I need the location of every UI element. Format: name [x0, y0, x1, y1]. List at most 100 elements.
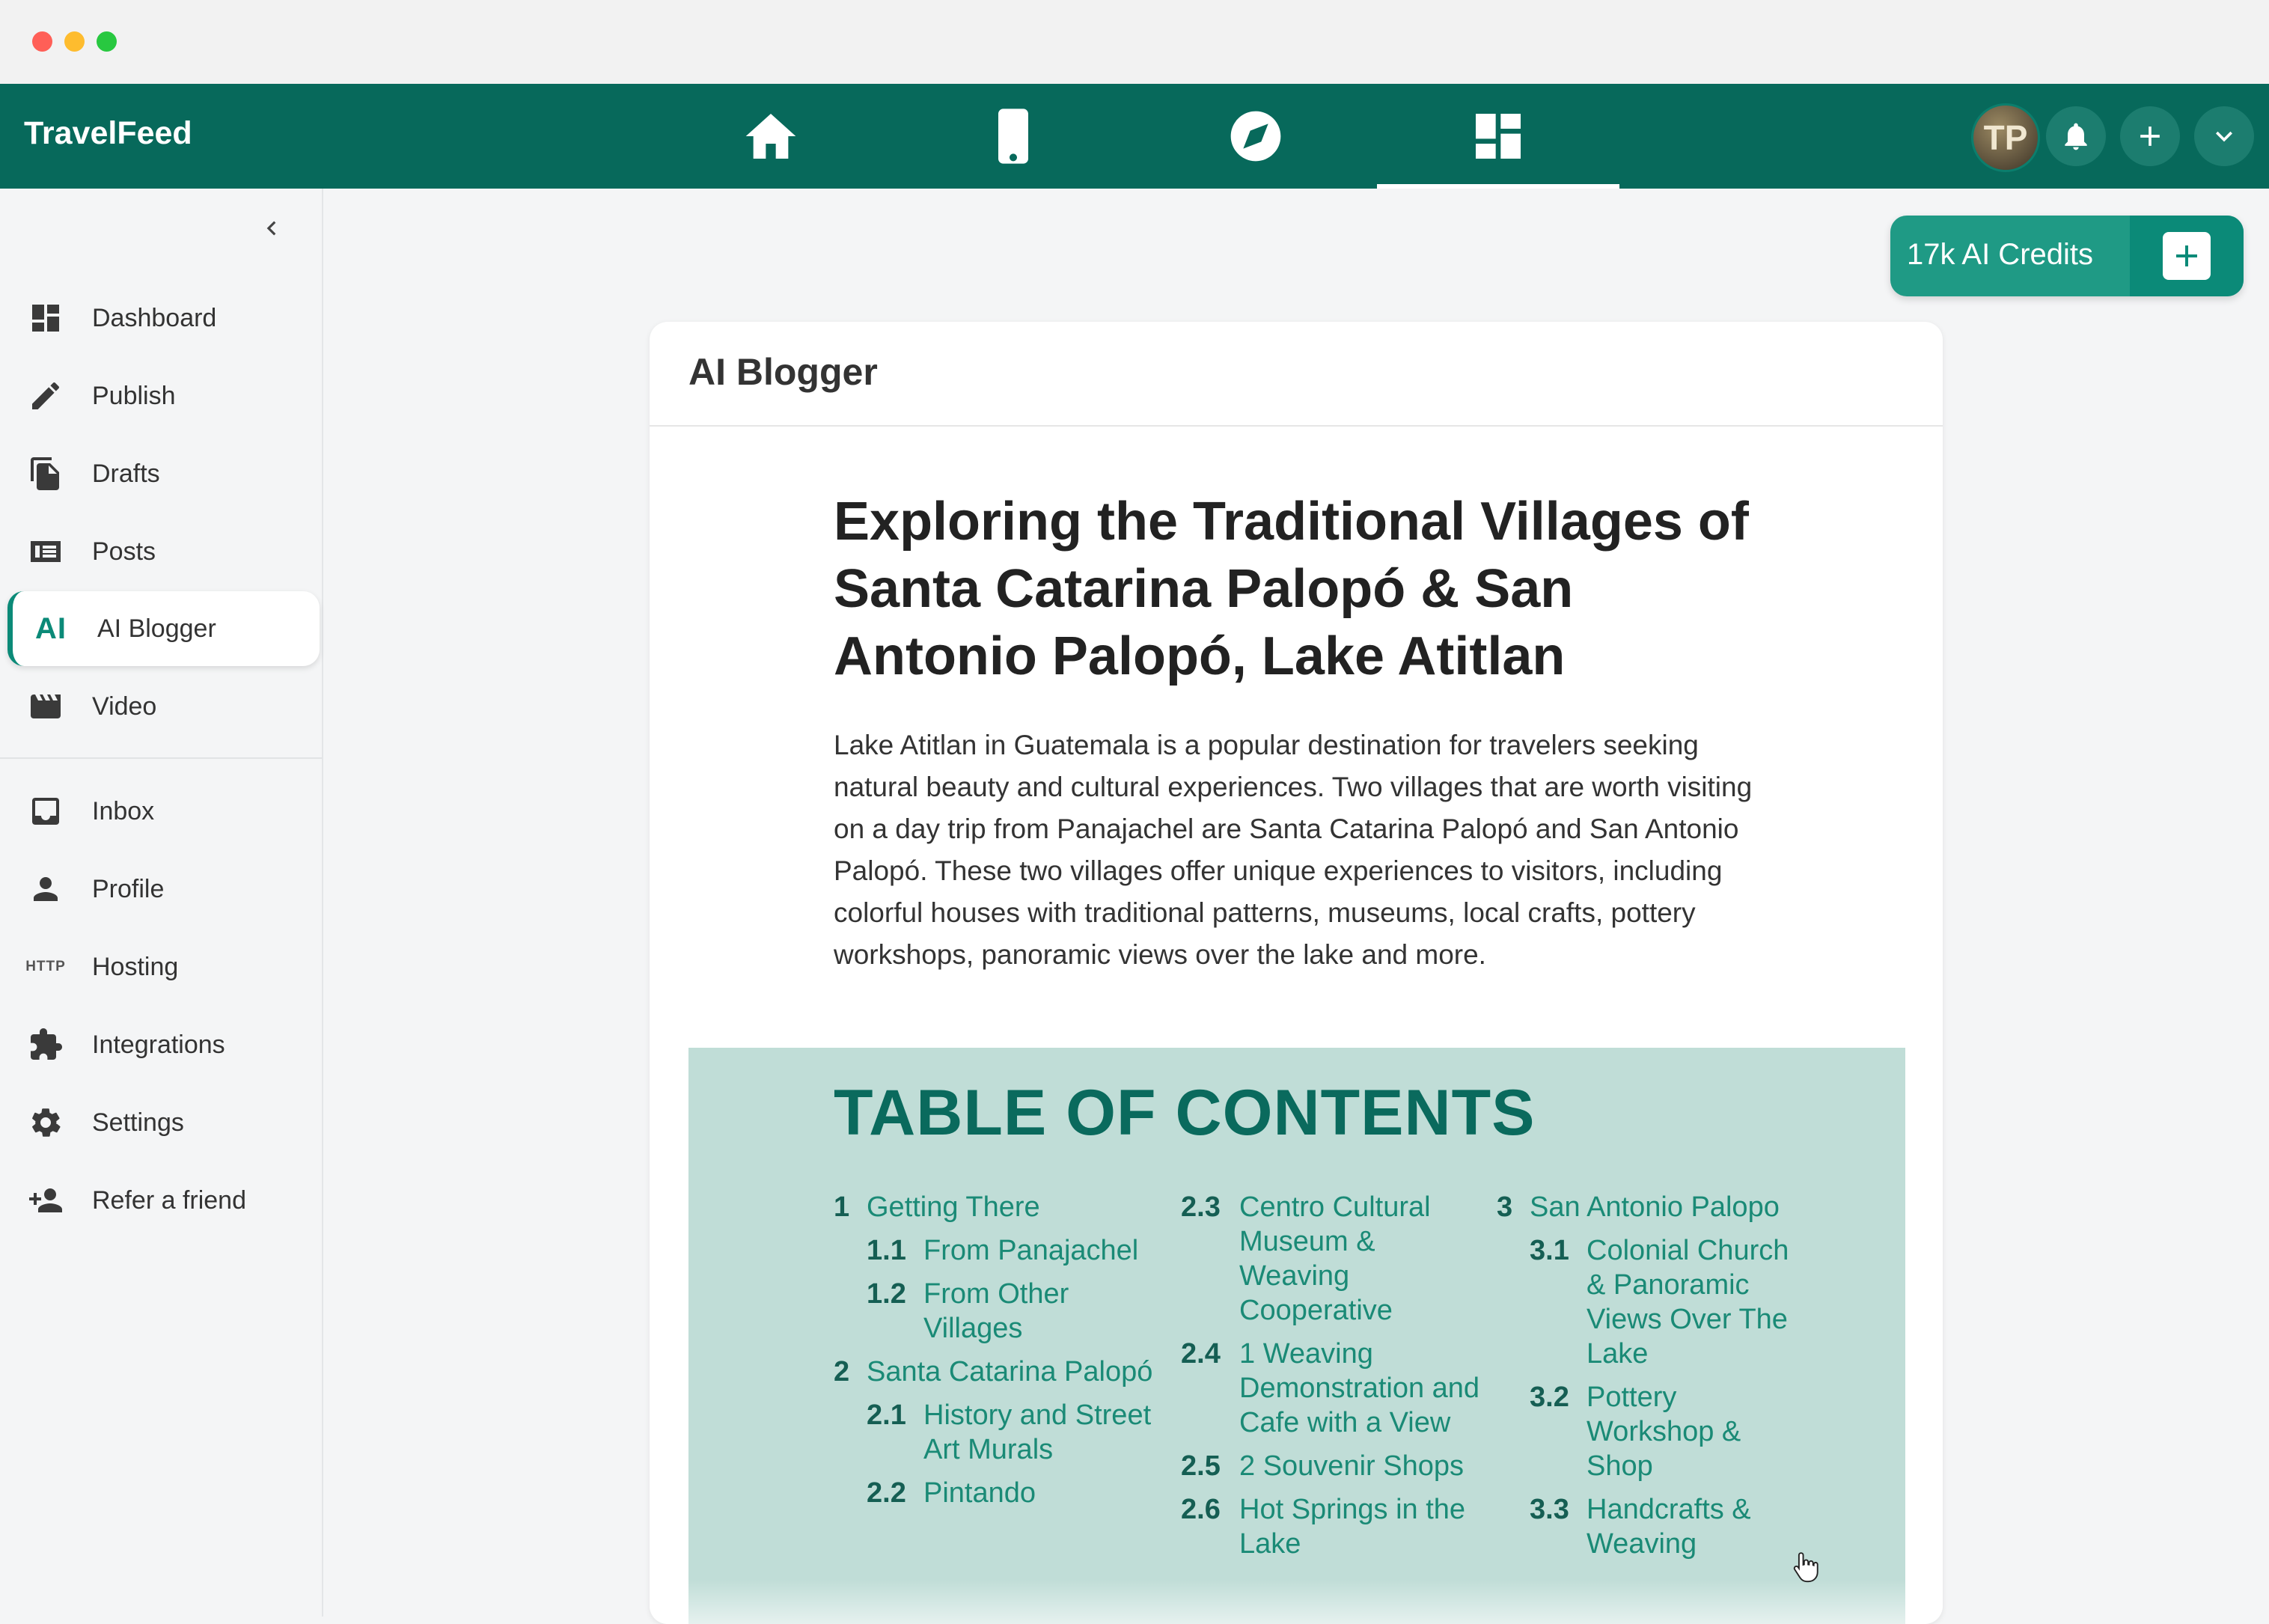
chevron-down-icon [2216, 131, 2232, 142]
video-icon [27, 688, 64, 725]
toc-entry-text: Pottery Workshop & Shop [1587, 1382, 1741, 1482]
toc-entry-number: 3.2 [1530, 1382, 1569, 1413]
toc-entry-text: Getting There [867, 1191, 1040, 1223]
toc-entry-number: 3.3 [1530, 1494, 1569, 1525]
toc-entry[interactable]: 3.3 Handcrafts & Weaving [1497, 1492, 1811, 1561]
toc-entry[interactable]: 2.2 Pintando [834, 1476, 1163, 1510]
sidebar-item-drafts[interactable]: Drafts [7, 436, 314, 511]
top-navbar: TravelFeed TP [0, 84, 2269, 189]
add-person-icon [27, 1182, 64, 1219]
toc-entry[interactable]: 1.1 From Panajachel [834, 1233, 1163, 1268]
nav-active-indicator [1377, 184, 1619, 189]
collapse-sidebar-button[interactable] [254, 211, 289, 245]
ai-icon: AI [32, 610, 70, 647]
pencil-icon [27, 377, 64, 415]
toc-entry-number: 2.3 [1181, 1191, 1221, 1223]
window-titlebar [0, 0, 2269, 84]
ai-credits-button[interactable]: 17k AI Credits [1890, 216, 2244, 296]
toc-column: 2.3 Centro Cultural Museum & Weaving Coo… [1181, 1190, 1480, 1570]
sidebar-item-inbox[interactable]: Inbox [7, 774, 314, 849]
account-menu-button[interactable] [2194, 106, 2254, 166]
plus-icon [2176, 245, 2197, 266]
nav-dashboard[interactable] [1377, 84, 1619, 189]
sidebar-item-posts[interactable]: Posts [7, 514, 314, 589]
sidebar-item-label: Refer a friend [92, 1185, 246, 1215]
close-window-button[interactable] [32, 31, 52, 52]
drafts-icon [27, 455, 64, 492]
sidebar-item-settings[interactable]: Settings [7, 1085, 314, 1160]
http-icon: HTTP [25, 948, 66, 986]
nav-home[interactable] [650, 84, 892, 189]
minimize-window-button[interactable] [64, 31, 85, 52]
toc-entry[interactable]: 3 San Antonio Palopo [1497, 1190, 1811, 1224]
sidebar-item-refer[interactable]: Refer a friend [7, 1163, 314, 1238]
toc-entry[interactable]: 2.1 History and Street Art Murals [834, 1398, 1163, 1467]
toc-entry[interactable]: 3.2 Pottery Workshop & Shop [1497, 1380, 1811, 1483]
toc-entry-number: 3 [1497, 1191, 1513, 1223]
ai-credits-label: 17k AI Credits [1907, 238, 2094, 271]
card-title: AI Blogger [688, 351, 878, 393]
toc-entry-number: 1.1 [867, 1235, 906, 1266]
toc-entry[interactable]: 2.3 Centro Cultural Museum & Weaving Coo… [1181, 1190, 1480, 1328]
inbox-icon [27, 793, 64, 830]
sidebar-item-ai-blogger[interactable]: AI AI Blogger [7, 591, 320, 666]
toc-entry-number: 2.4 [1181, 1338, 1221, 1370]
puzzle-icon [27, 1026, 64, 1063]
dashboard-icon [1476, 114, 1521, 159]
maximize-window-button[interactable] [97, 31, 117, 52]
sidebar-item-label: Integrations [92, 1030, 225, 1059]
toc-entry-text: San Antonio Palopo [1530, 1191, 1780, 1223]
http-icon-text: HTTP [25, 959, 66, 974]
toc-entry[interactable]: 2 Santa Catarina Palopó [834, 1355, 1163, 1389]
sidebar-item-dashboard[interactable]: Dashboard [7, 281, 314, 355]
person-icon [27, 870, 64, 908]
sidebar-item-label: Profile [92, 874, 165, 903]
ai-blogger-card: AI Blogger Exploring the Traditional Vil… [650, 322, 1943, 1624]
toc-entry[interactable]: 1.2 From Other Villages [834, 1277, 1163, 1346]
toc-entry-number: 3.1 [1530, 1235, 1569, 1266]
nav-explore[interactable] [1134, 84, 1377, 189]
sidebar-item-label: Drafts [92, 459, 160, 488]
toc-entry[interactable]: 2.6 Hot Springs in the Lake [1181, 1492, 1480, 1561]
card-header: AI Blogger [650, 322, 1943, 427]
sidebar: Dashboard Publish Drafts Posts AI AI Blo… [0, 189, 323, 1617]
home-icon [745, 114, 796, 159]
notifications-button[interactable] [2046, 106, 2106, 166]
toc-entry-number: 2.1 [867, 1399, 906, 1431]
sidebar-item-label: Posts [92, 537, 156, 566]
toc-entry[interactable]: 1 Getting There [834, 1190, 1163, 1224]
sidebar-divider [0, 757, 322, 759]
sidebar-item-label: AI Blogger [97, 614, 216, 643]
article-preview: Exploring the Traditional Villages of Sa… [834, 488, 1769, 976]
article-intro: Lake Atitlan in Guatemala is a popular d… [834, 730, 1753, 970]
chevron-left-icon [266, 221, 276, 236]
bell-icon [2065, 123, 2087, 150]
toc-entry-text: Centro Cultural Museum & Weaving Coopera… [1239, 1191, 1431, 1326]
brand-logo[interactable]: TravelFeed [24, 115, 192, 152]
toc-entry[interactable]: 2.5 2 Souvenir Shops [1181, 1449, 1480, 1483]
nav-mobile[interactable] [892, 84, 1134, 189]
toc-entry[interactable]: 3.1 Colonial Church & Panoramic Views Ov… [1497, 1233, 1811, 1371]
sidebar-item-hosting[interactable]: HTTP Hosting [7, 929, 314, 1004]
sidebar-item-publish[interactable]: Publish [7, 358, 314, 433]
gear-icon [27, 1104, 64, 1141]
smartphone-icon [998, 109, 1028, 164]
avatar[interactable]: TP [1971, 103, 2040, 172]
toc-entry-number: 1 [834, 1191, 850, 1223]
buy-credits-button[interactable] [2130, 216, 2244, 296]
toc-entry[interactable]: 2.4 1 Weaving Demonstration and Cafe wit… [1181, 1337, 1480, 1440]
sidebar-item-label: Inbox [92, 796, 155, 825]
sidebar-item-integrations[interactable]: Integrations [7, 1007, 314, 1082]
sidebar-item-profile[interactable]: Profile [7, 852, 314, 927]
toc-entry-text: Colonial Church & Panoramic Views Over T… [1587, 1235, 1789, 1370]
posts-icon [27, 533, 64, 570]
toc-entry-text: From Other Villages [923, 1278, 1069, 1344]
toc-entry-text: Pintando [923, 1477, 1036, 1509]
toc-entry-text: Santa Catarina Palopó [867, 1356, 1153, 1388]
ai-icon-text: AI [35, 611, 67, 645]
sidebar-item-label: Video [92, 692, 157, 721]
create-button[interactable] [2120, 106, 2180, 166]
sidebar-item-video[interactable]: Video [7, 669, 314, 744]
plus-icon [2140, 126, 2160, 146]
toc-entry-text: History and Street Art Murals [923, 1399, 1152, 1465]
